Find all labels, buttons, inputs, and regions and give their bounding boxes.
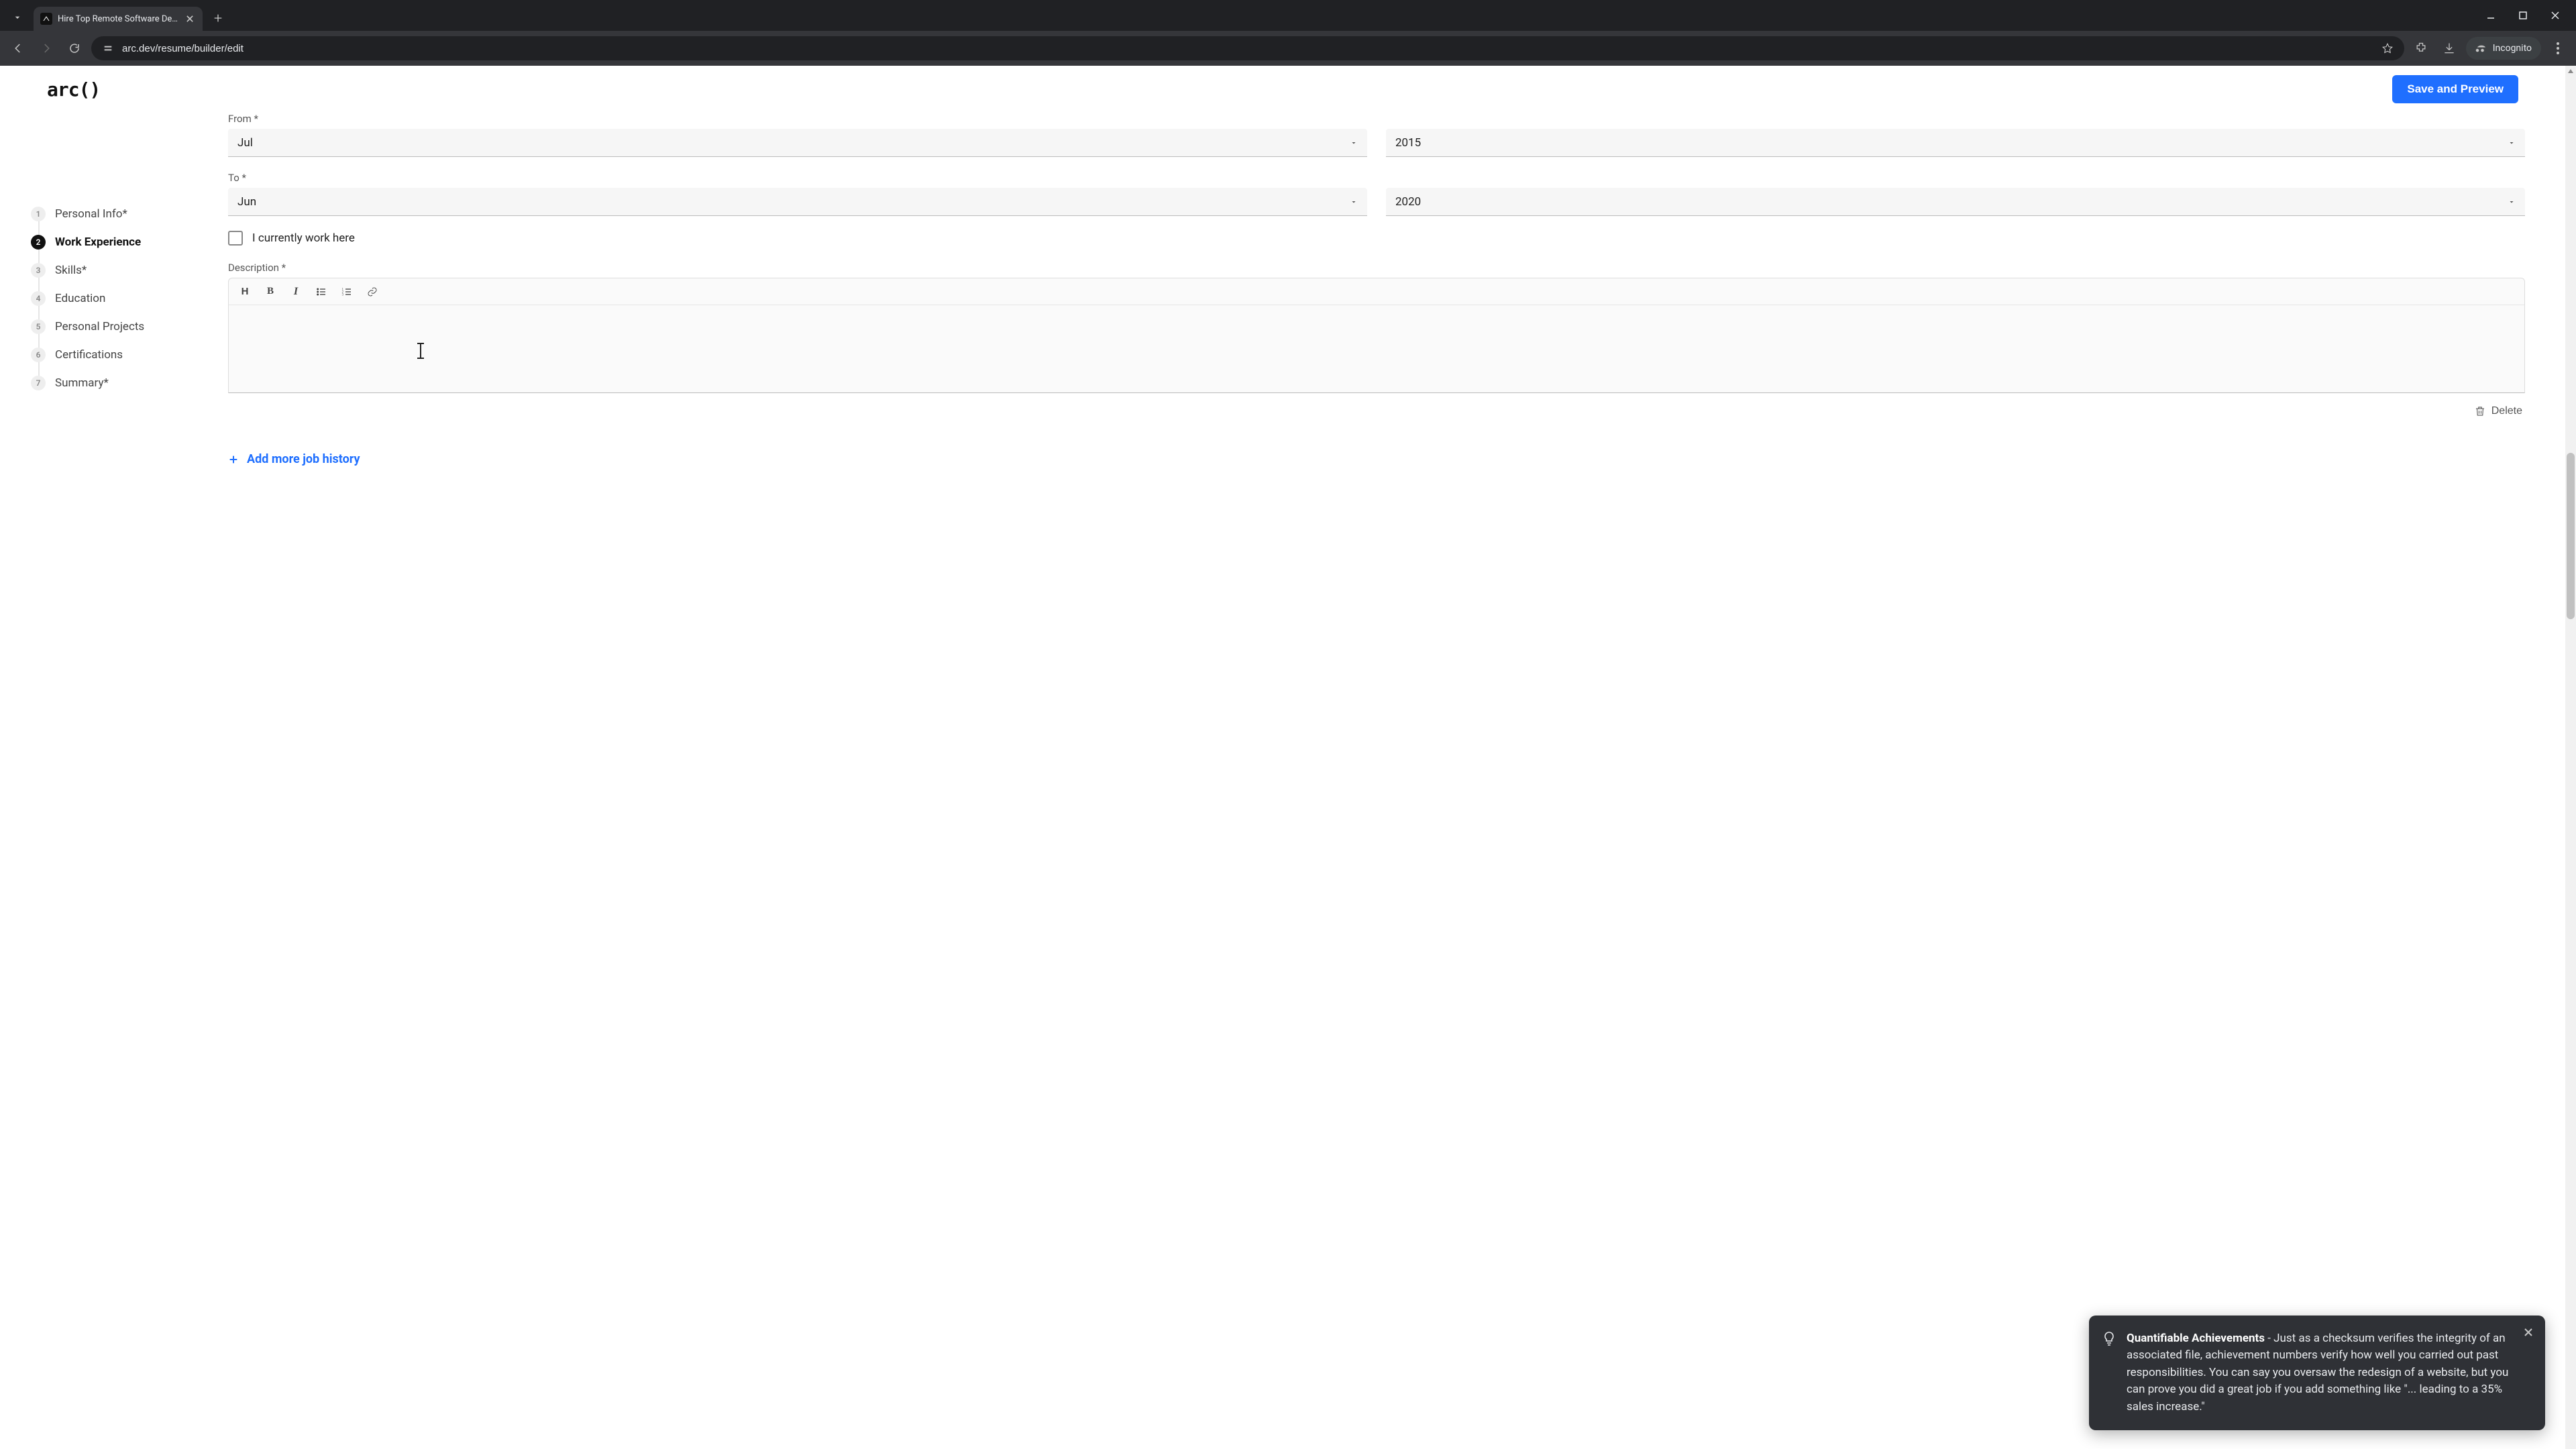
page-viewport: arc() Save and Preview 1 Personal Info* … xyxy=(0,66,2576,1449)
from-month-value: Jul xyxy=(237,136,253,150)
editor-toolbar: H B I 123 xyxy=(229,278,2524,305)
plus-icon xyxy=(228,454,239,465)
to-year-select[interactable]: 2020 xyxy=(1386,188,2525,216)
to-month-value: Jun xyxy=(237,195,256,209)
scrollbar-up-arrow-icon[interactable] xyxy=(2565,66,2576,76)
app-header: arc() Save and Preview xyxy=(0,66,2565,113)
add-job-history-button[interactable]: Add more job history xyxy=(228,452,2525,466)
step-label: Work Experience xyxy=(55,235,141,249)
sidebar-item-education[interactable]: 4 Education xyxy=(31,291,228,306)
currently-work-checkbox[interactable] xyxy=(228,231,243,246)
step-number: 3 xyxy=(31,263,46,278)
step-label: Skills* xyxy=(55,264,87,277)
sidebar-item-personal-info[interactable]: 1 Personal Info* xyxy=(31,207,228,221)
delete-entry-button[interactable]: Delete xyxy=(2474,405,2522,417)
description-editor: H B I 123 xyxy=(228,278,2525,393)
extensions-icon[interactable] xyxy=(2410,37,2432,60)
editor-italic-button[interactable]: I xyxy=(288,284,304,300)
nav-back-button[interactable] xyxy=(7,37,30,60)
chevron-down-icon xyxy=(1350,139,1358,147)
sidebar-item-certifications[interactable]: 6 Certifications xyxy=(31,347,228,362)
window-minimize-button[interactable] xyxy=(2481,5,2501,25)
nav-reload-button[interactable] xyxy=(63,37,86,60)
step-label: Personal Projects xyxy=(55,320,144,333)
svg-text:3: 3 xyxy=(342,293,344,297)
form-main: From * Jul 2015 xyxy=(228,113,2565,1449)
arc-logo: arc() xyxy=(47,78,100,101)
step-label: Education xyxy=(55,292,105,305)
from-label: From * xyxy=(228,113,2525,125)
new-tab-button[interactable] xyxy=(208,8,228,28)
step-number: 7 xyxy=(31,376,46,390)
from-year-select[interactable]: 2015 xyxy=(1386,129,2525,157)
tab-favicon xyxy=(40,13,52,25)
incognito-indicator[interactable]: Incognito xyxy=(2466,37,2541,60)
chevron-down-icon xyxy=(2508,198,2516,206)
currently-work-label: I currently work here xyxy=(252,231,355,245)
tip-toast: Quantifiable Achievements - Just as a ch… xyxy=(2089,1316,2545,1431)
tab-search-dropdown[interactable] xyxy=(5,5,30,30)
site-info-icon[interactable] xyxy=(101,41,115,56)
add-more-label: Add more job history xyxy=(247,452,360,466)
page-scrollbar[interactable] xyxy=(2565,66,2576,1449)
to-label: To * xyxy=(228,172,2525,184)
trash-icon xyxy=(2474,405,2486,417)
step-number: 1 xyxy=(31,207,46,221)
text-cursor-icon xyxy=(420,343,421,359)
browser-toolbar: Incognito xyxy=(0,31,2576,66)
editor-link-button[interactable] xyxy=(364,284,380,300)
bookmark-star-icon[interactable] xyxy=(2380,41,2395,56)
step-number: 4 xyxy=(31,291,46,306)
nav-forward-button[interactable] xyxy=(35,37,58,60)
sidebar-item-summary[interactable]: 7 Summary* xyxy=(31,376,228,390)
lightbulb-icon xyxy=(2101,1330,2117,1346)
to-month-select[interactable]: Jun xyxy=(228,188,1367,216)
downloads-icon[interactable] xyxy=(2438,37,2461,60)
save-preview-button[interactable]: Save and Preview xyxy=(2392,75,2518,103)
step-number: 2 xyxy=(31,235,46,250)
browser-tab[interactable]: Hire Top Remote Software Deve xyxy=(34,7,203,31)
address-bar[interactable] xyxy=(91,36,2404,60)
window-controls xyxy=(2481,5,2571,25)
steps-sidebar: 1 Personal Info* 2 Work Experience 3 Ski… xyxy=(0,113,228,1449)
editor-bold-button[interactable]: B xyxy=(262,284,278,300)
delete-label: Delete xyxy=(2491,405,2522,417)
from-month-select[interactable]: Jul xyxy=(228,129,1367,157)
step-label: Summary* xyxy=(55,376,109,390)
browser-window: Hire Top Remote Software Deve xyxy=(0,0,2576,1449)
sidebar-item-personal-projects[interactable]: 5 Personal Projects xyxy=(31,319,228,334)
scrollbar-thumb[interactable] xyxy=(2567,453,2575,619)
description-textarea[interactable] xyxy=(229,305,2524,392)
editor-ordered-list-button[interactable]: 123 xyxy=(339,284,355,300)
tab-close-button[interactable] xyxy=(184,13,196,25)
step-label: Personal Info* xyxy=(55,207,127,221)
chevron-down-icon xyxy=(2508,139,2516,147)
incognito-label: Incognito xyxy=(2493,43,2532,54)
tab-title: Hire Top Remote Software Deve xyxy=(58,14,178,24)
window-maximize-button[interactable] xyxy=(2513,5,2533,25)
tip-close-button[interactable] xyxy=(2521,1325,2536,1340)
browser-titlebar: Hire Top Remote Software Deve xyxy=(0,0,2576,31)
description-label: Description * xyxy=(228,262,2525,274)
to-year-value: 2020 xyxy=(1395,195,1421,209)
work-experience-card: From * Jul 2015 xyxy=(228,113,2525,427)
from-year-value: 2015 xyxy=(1395,136,1421,150)
editor-bullet-list-button[interactable] xyxy=(313,284,329,300)
editor-heading-button[interactable]: H xyxy=(237,284,253,300)
sidebar-item-work-experience[interactable]: 2 Work Experience xyxy=(31,235,228,250)
window-close-button[interactable] xyxy=(2545,5,2565,25)
tip-title: Quantifiable Achievements xyxy=(2127,1332,2265,1345)
url-input[interactable] xyxy=(122,43,2373,54)
step-number: 5 xyxy=(31,319,46,334)
step-label: Certifications xyxy=(55,348,123,362)
sidebar-item-skills[interactable]: 3 Skills* xyxy=(31,263,228,278)
browser-menu-button[interactable] xyxy=(2546,37,2569,60)
chevron-down-icon xyxy=(1350,198,1358,206)
step-number: 6 xyxy=(31,347,46,362)
